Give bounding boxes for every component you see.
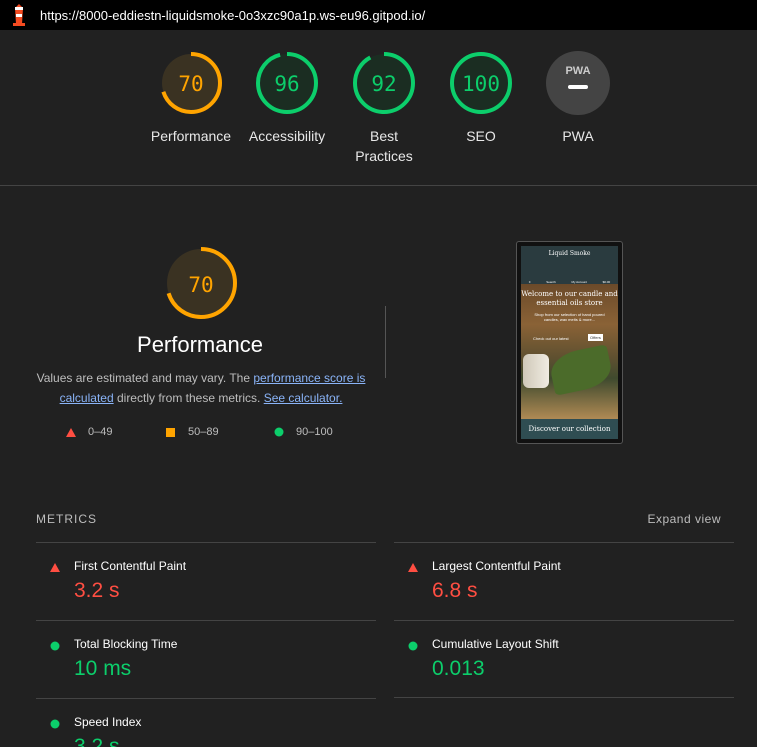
pass-circle-icon (408, 641, 418, 651)
legend-average-label: 50–89 (188, 426, 219, 438)
performance-big-gauge: 70 (165, 247, 237, 319)
metric-first-contentful-paint: First Contentful Paint 3.2 s (36, 542, 376, 621)
screenshot-leaf-image (547, 344, 615, 396)
gauge-accessibility[interactable]: 96 Accessibility (242, 50, 332, 146)
gauge-seo-ring: 100 (450, 52, 512, 114)
fail-triangle-icon (66, 427, 76, 437)
gauge-performance[interactable]: 70 Performance (146, 50, 236, 146)
screenshot-cta-bar: Discover our collection (521, 419, 618, 439)
metric-value: 0.013 (432, 657, 485, 680)
gauge-performance-label: Performance (150, 128, 232, 144)
fail-triangle-icon (50, 563, 60, 572)
screenshot-hero-sub: Shop from our selection of hand poured c… (534, 312, 605, 322)
legend-fail-label: 0–49 (88, 426, 113, 438)
page-url[interactable]: https://8000-eddiestn-liquidsmoke-0o3xzc… (40, 8, 425, 23)
category-gauges: 70 Performance 96 Accessibility 92 Best … (0, 30, 757, 186)
gauge-performance-score: 70 (178, 72, 203, 96)
gauge-best-practices-ring: 92 (353, 52, 415, 114)
screenshot-hero-title: Welcome to our candle and essential oils… (521, 290, 618, 307)
gauge-seo-label: SEO (466, 128, 496, 144)
screenshot-hero-cta: Check out our latest (533, 336, 569, 341)
metric-speed-index: Speed Index 3.2 s (36, 698, 376, 747)
metric-name: Largest Contentful Paint (432, 559, 561, 573)
gauge-pwa-label: PWA (562, 128, 594, 144)
expand-view-button[interactable]: Expand view (647, 512, 721, 526)
performance-description: Values are estimated and may vary. The p… (36, 368, 366, 408)
screenshot-candle-image (523, 354, 549, 388)
performance-section: 70 Performance Values are estimated and … (0, 186, 757, 496)
legend-pass: 90–100 (274, 426, 333, 438)
pass-circle-icon (50, 641, 60, 651)
legend-pass-label: 90–100 (296, 426, 333, 438)
performance-desc-text: Values are estimated and may vary. The (36, 371, 254, 385)
metric-name: First Contentful Paint (74, 559, 187, 573)
metric-name: Cumulative Layout Shift (432, 637, 559, 651)
gauge-pwa-ring: PWA (546, 51, 610, 115)
gauge-pwa[interactable]: PWA PWA (533, 50, 623, 146)
gauge-best-practices-label: Best Practices (355, 128, 413, 164)
metric-value: 3.2 s (74, 579, 120, 602)
see-calculator-link[interactable]: See calculator. (264, 391, 343, 405)
screenshot-brand: Liquid Smoke (548, 250, 591, 257)
fail-triangle-icon (408, 563, 418, 572)
metric-value: 6.8 s (432, 579, 478, 602)
metrics-header: METRICS Expand view (36, 512, 721, 526)
pass-circle-icon (274, 427, 284, 437)
gauge-performance-ring: 70 (160, 52, 222, 114)
metric-value: 10 ms (74, 657, 132, 680)
pwa-dash-icon (568, 85, 588, 89)
screenshot-nav: ≡ Search My Account $0.00 (521, 264, 618, 284)
metric-value: 3.2 s (74, 735, 120, 747)
screenshot-screen: Liquid Smoke ≡ Search My Account $0.00 W… (521, 246, 618, 439)
average-square-icon (166, 427, 175, 437)
lighthouse-logo-icon (13, 4, 25, 26)
performance-desc-mid: directly from these metrics. (113, 391, 264, 405)
legend-fail: 0–49 (66, 426, 112, 438)
legend-average: 50–89 (166, 426, 219, 438)
metrics-title: METRICS (36, 512, 97, 526)
performance-big-score: 70 (188, 273, 213, 297)
metric-name: Speed Index (74, 715, 142, 729)
metric-total-blocking-time: Total Blocking Time 10 ms (36, 620, 376, 699)
metric-cumulative-layout-shift: Cumulative Layout Shift 0.013 (394, 620, 734, 699)
gauge-seo-score: 100 (462, 72, 500, 96)
gauge-accessibility-label: Accessibility (248, 128, 326, 144)
screenshot-offers-button: Offers (588, 334, 603, 341)
section-divider (385, 306, 386, 378)
url-bar: https://8000-eddiestn-liquidsmoke-0o3xzc… (0, 0, 757, 30)
pwa-badge-icon: PWA (565, 65, 590, 77)
pass-circle-icon (50, 719, 60, 729)
gauge-best-practices[interactable]: 92 Best Practices (339, 50, 429, 166)
performance-title: Performance (137, 332, 263, 357)
gauge-seo[interactable]: 100 SEO (436, 50, 526, 146)
metric-divider-right (394, 697, 734, 747)
metric-name: Total Blocking Time (74, 637, 178, 651)
gauge-accessibility-ring: 96 (256, 52, 318, 114)
final-screenshot-thumbnail[interactable]: Liquid Smoke ≡ Search My Account $0.00 W… (516, 241, 623, 444)
metric-largest-contentful-paint: Largest Contentful Paint 6.8 s (394, 542, 734, 621)
gauge-best-practices-score: 92 (371, 72, 396, 96)
screenshot-hero: Welcome to our candle and essential oils… (521, 284, 618, 419)
gauge-accessibility-score: 96 (274, 72, 299, 96)
